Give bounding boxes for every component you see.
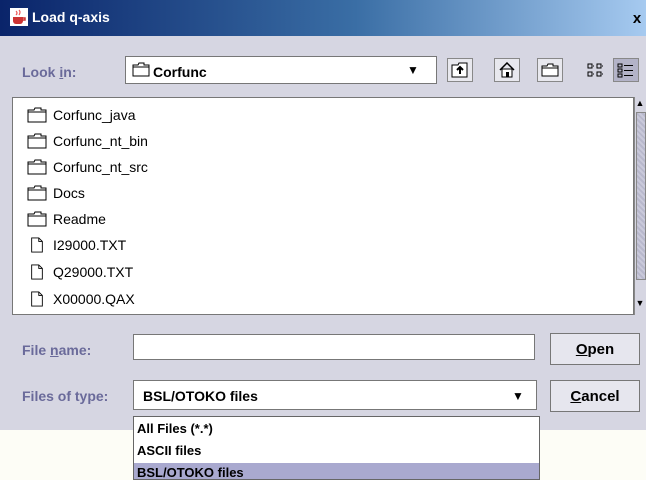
home-button[interactable] [494,58,520,82]
dropdown-option[interactable]: ASCII files [134,441,539,461]
file-icon [31,264,43,280]
window-title: Load q-axis [32,9,110,25]
dropdown-option-selected[interactable]: BSL/OTOKO files [134,463,539,479]
file-list[interactable]: Corfunc_java Corfunc_nt_bin Corfunc_nt_s… [12,97,634,315]
files-of-type-label: Files of type: [22,388,109,404]
file-name-label: File name: [22,342,92,358]
up-one-level-icon [451,62,468,78]
new-folder-button[interactable] [537,58,563,82]
file-name: X00000.QAX [53,291,135,307]
details-view-icon [617,63,633,78]
open-button[interactable]: Open [550,333,640,365]
file-name: Corfunc_nt_src [53,159,148,175]
list-item-folder[interactable]: Readme [27,208,106,230]
list-item-file[interactable]: I29000.TXT [27,234,126,256]
file-name: I29000.TXT [53,237,127,253]
look-in-value: Corfunc [153,64,207,80]
file-name: Docs [53,185,85,201]
scroll-down-arrow-icon[interactable]: ▼ [634,298,646,312]
files-of-type-dropdown[interactable]: All Files (*.*) ASCII files BSL/OTOKO fi… [133,416,540,480]
chevron-down-icon[interactable]: ▼ [508,386,528,406]
scroll-up-arrow-icon[interactable]: ▲ [634,98,646,112]
file-name: Corfunc_java [53,107,136,123]
file-name: Q29000.TXT [53,264,134,280]
details-view-button[interactable] [613,58,639,82]
chevron-down-icon[interactable]: ▼ [403,60,423,80]
list-item-folder[interactable]: Docs [27,182,85,204]
folder-icon [27,211,47,227]
file-name: Readme [53,211,106,227]
java-cup-icon [10,8,28,26]
new-folder-icon [541,63,559,77]
list-item-file[interactable]: Q29000.TXT [27,261,133,283]
file-icon [31,237,43,253]
scrollbar-thumb[interactable] [636,112,646,280]
folder-icon [132,62,150,82]
list-item-folder[interactable]: Corfunc_java [27,104,136,126]
file-icon [31,291,43,307]
folder-icon [27,159,47,175]
folder-icon [27,133,47,149]
dropdown-option[interactable]: All Files (*.*) [134,419,539,439]
folder-icon [27,107,47,123]
file-name-input[interactable] [133,334,535,360]
look-in-label: Look in: [22,64,77,80]
list-view-button[interactable] [583,58,609,82]
files-of-type-value: BSL/OTOKO files [143,388,258,404]
folder-icon [27,185,47,201]
close-button[interactable]: x [628,10,646,28]
up-one-level-button[interactable] [447,58,473,82]
file-name: Corfunc_nt_bin [53,133,148,149]
list-view-icon [587,63,604,77]
list-item-folder[interactable]: Corfunc_nt_src [27,156,148,178]
home-icon [499,62,515,78]
list-item-file[interactable]: X00000.QAX [27,288,135,310]
cancel-button[interactable]: Cancel [550,380,640,412]
list-item-folder[interactable]: Corfunc_nt_bin [27,130,148,152]
